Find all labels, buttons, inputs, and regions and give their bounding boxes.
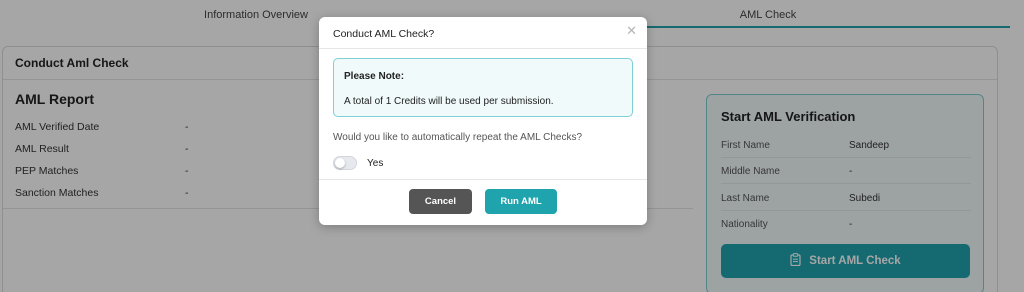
- repeat-question: Would you like to automatically repeat t…: [333, 132, 583, 143]
- run-aml-button[interactable]: Run AML: [485, 189, 557, 214]
- note-text: A total of 1 Credits will be used per su…: [344, 96, 554, 107]
- toggle-knob: [335, 158, 345, 168]
- note-title: Please Note:: [344, 71, 405, 82]
- cancel-button[interactable]: Cancel: [409, 189, 472, 214]
- divider: [319, 48, 647, 49]
- note-box: Please Note: A total of 1 Credits will b…: [333, 58, 633, 117]
- dialog-title: Conduct AML Check?: [333, 28, 435, 40]
- conduct-aml-dialog: Conduct AML Check? ✕ Please Note: A tota…: [319, 17, 647, 225]
- close-icon[interactable]: ✕: [626, 23, 637, 39]
- divider: [319, 179, 647, 180]
- repeat-toggle[interactable]: [333, 156, 357, 170]
- toggle-label: Yes: [367, 158, 384, 169]
